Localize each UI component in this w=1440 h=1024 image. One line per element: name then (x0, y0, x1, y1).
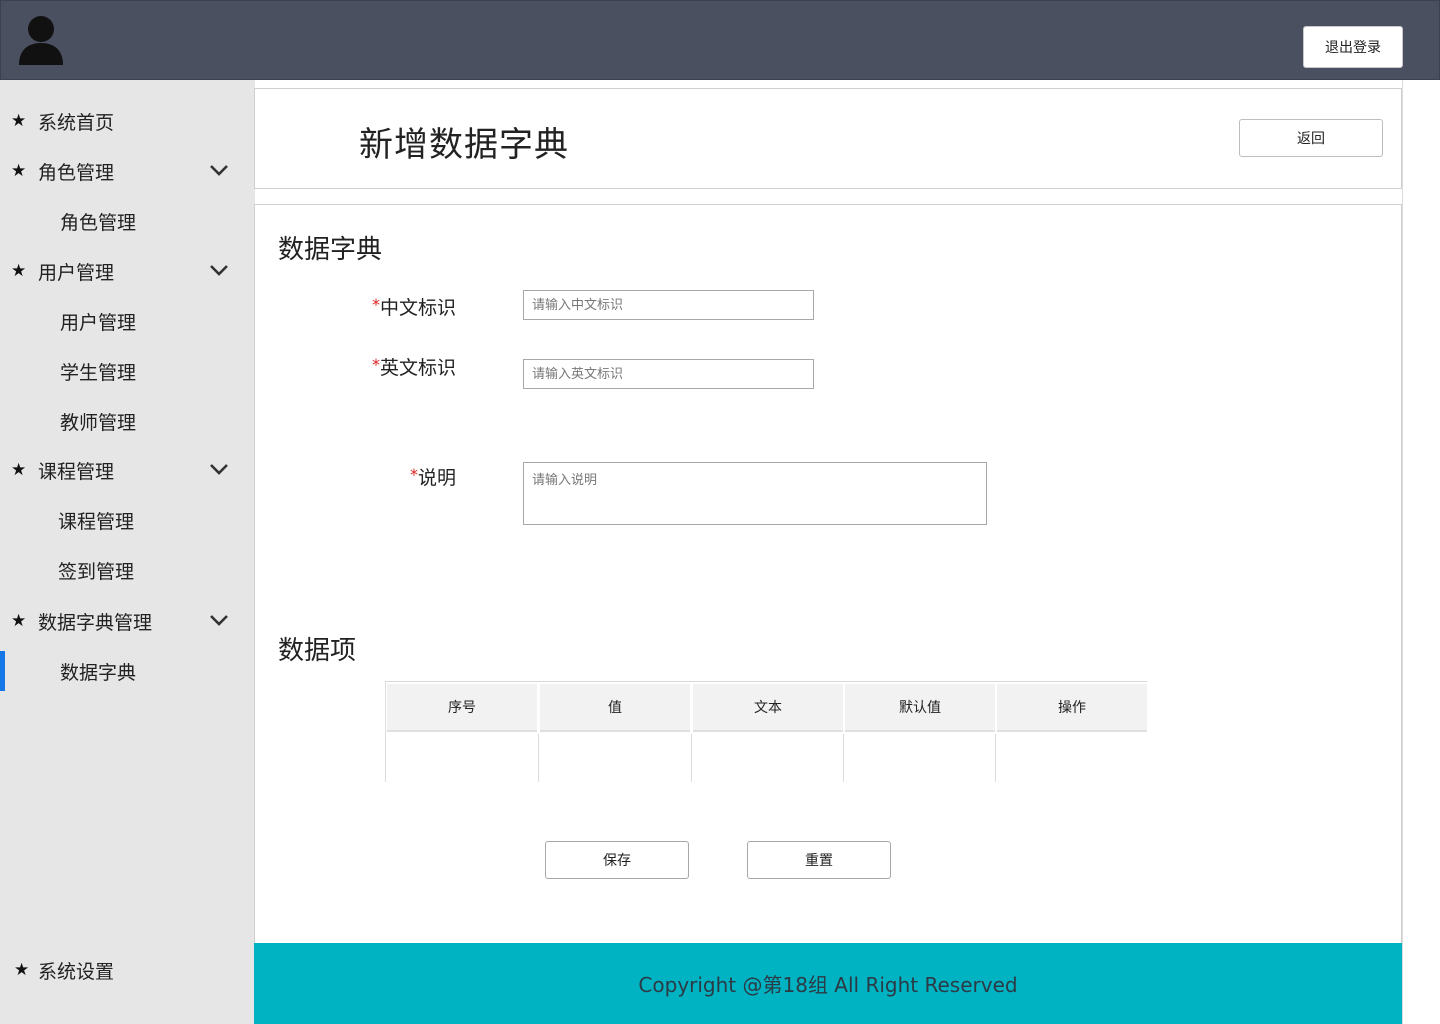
sidebar-group-dictionary[interactable]: ★ 数据字典管理 (0, 601, 255, 641)
user-avatar-icon[interactable] (15, 15, 67, 67)
sidebar-item-student-manage[interactable]: 学生管理 (0, 351, 255, 391)
english-id-label: *英文标识 (371, 355, 456, 379)
star-icon: ★ (11, 460, 27, 480)
column-header-default: 默认值 (845, 684, 995, 732)
sidebar-item-label: 数据字典 (60, 661, 137, 684)
sidebar-item-course-manage[interactable]: 课程管理 (0, 500, 255, 540)
sidebar-item-settings[interactable]: ★ 系统设置 (0, 950, 255, 990)
sidebar-item-label: 课程管理 (38, 460, 115, 483)
dictionary-section-title: 数据字典 (278, 235, 383, 265)
sidebar-item-label: 数据字典管理 (38, 611, 153, 634)
sidebar-item-label: 系统设置 (38, 960, 115, 983)
chevron-down-icon[interactable] (208, 612, 230, 628)
footer: Copyright @第18组 All Right Reserved (254, 943, 1402, 1024)
description-label: *说明 (409, 465, 456, 489)
save-button[interactable]: 保存 (545, 841, 689, 879)
copyright-text: Copyright @第18组 All Right Reserved (638, 973, 1018, 997)
top-header: 退出登录 (0, 0, 1440, 80)
star-icon: ★ (11, 261, 27, 281)
required-mark: * (371, 295, 380, 314)
sidebar-group-course[interactable]: ★ 课程管理 (0, 450, 255, 490)
description-textarea[interactable] (523, 462, 987, 525)
title-card: 新增数据字典 返回 (254, 88, 1402, 189)
table-divider (995, 734, 996, 782)
chevron-down-icon[interactable] (208, 262, 230, 278)
column-header-value: 值 (540, 684, 690, 732)
sidebar-group-role[interactable]: ★ 角色管理 (0, 151, 255, 191)
table-divider (843, 734, 844, 782)
column-header-text: 文本 (693, 684, 843, 732)
star-icon: ★ (14, 960, 30, 980)
table-divider (385, 682, 386, 782)
column-header-index: 序号 (387, 684, 537, 732)
logout-button[interactable]: 退出登录 (1303, 26, 1403, 68)
sidebar-item-label: 教师管理 (60, 411, 137, 434)
chevron-down-icon[interactable] (208, 162, 230, 178)
sidebar-group-user[interactable]: ★ 用户管理 (0, 251, 255, 291)
table-divider (691, 734, 692, 782)
sidebar-item-label: 学生管理 (60, 361, 137, 384)
star-icon: ★ (11, 111, 27, 131)
chevron-down-icon[interactable] (208, 461, 230, 477)
star-icon: ★ (11, 161, 27, 181)
content-right-border (1402, 80, 1403, 1024)
sidebar-item-label: 课程管理 (58, 510, 135, 533)
table-divider (538, 734, 539, 782)
chinese-id-label: *中文标识 (371, 295, 456, 319)
sidebar-item-label: 签到管理 (58, 560, 135, 583)
column-header-actions: 操作 (997, 684, 1147, 732)
sidebar-item-label: 用户管理 (38, 261, 115, 284)
sidebar-item-checkin-manage[interactable]: 签到管理 (0, 550, 255, 590)
required-mark: * (371, 355, 380, 374)
star-icon: ★ (11, 611, 27, 631)
items-section-title: 数据项 (278, 636, 357, 666)
sidebar-item-home[interactable]: ★ 系统首页 (0, 101, 255, 141)
sidebar-item-label: 用户管理 (60, 311, 137, 334)
sidebar-item-label: 角色管理 (60, 211, 137, 234)
sidebar-item-label: 角色管理 (38, 161, 115, 184)
form-card: 数据字典 *中文标识 *英文标识 *说明 数据项 序号 值 文本 默认值 操作 … (254, 204, 1402, 944)
sidebar-item-role-manage[interactable]: 角色管理 (0, 201, 255, 241)
page-title: 新增数据字典 (359, 125, 569, 165)
sidebar-item-label: 系统首页 (38, 111, 115, 134)
chinese-id-input[interactable] (523, 290, 814, 320)
reset-button[interactable]: 重置 (747, 841, 891, 879)
data-items-table: 序号 值 文本 默认值 操作 (385, 681, 1147, 782)
sidebar-item-dictionary[interactable]: 数据字典 (0, 651, 255, 691)
english-id-input[interactable] (523, 359, 814, 389)
sidebar: ★ 系统首页 ★ 角色管理 角色管理 ★ 用户管理 用户管理 学生管理 教师管理… (0, 80, 255, 1024)
required-mark: * (409, 465, 418, 484)
back-button[interactable]: 返回 (1239, 119, 1383, 157)
sidebar-item-teacher-manage[interactable]: 教师管理 (0, 401, 255, 441)
sidebar-item-user-manage[interactable]: 用户管理 (0, 301, 255, 341)
